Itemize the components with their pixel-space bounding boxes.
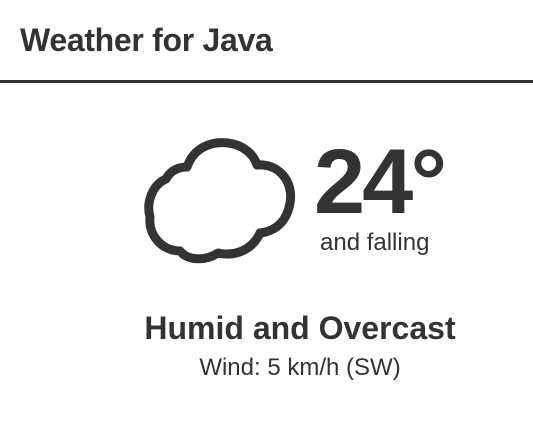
weather-condition: Humid and Overcast bbox=[144, 310, 456, 346]
page-title: Weather for Java bbox=[20, 22, 273, 58]
wind-info: Wind: 5 km/h (SW) bbox=[0, 356, 533, 380]
header-divider bbox=[0, 80, 533, 83]
wind-value: 5 km/h (SW) bbox=[267, 354, 401, 381]
wind-label: Wind: bbox=[199, 354, 261, 381]
temperature-trend: and falling bbox=[320, 229, 430, 256]
cloud-icon bbox=[144, 138, 296, 264]
temperature-value: 24° bbox=[314, 131, 447, 233]
